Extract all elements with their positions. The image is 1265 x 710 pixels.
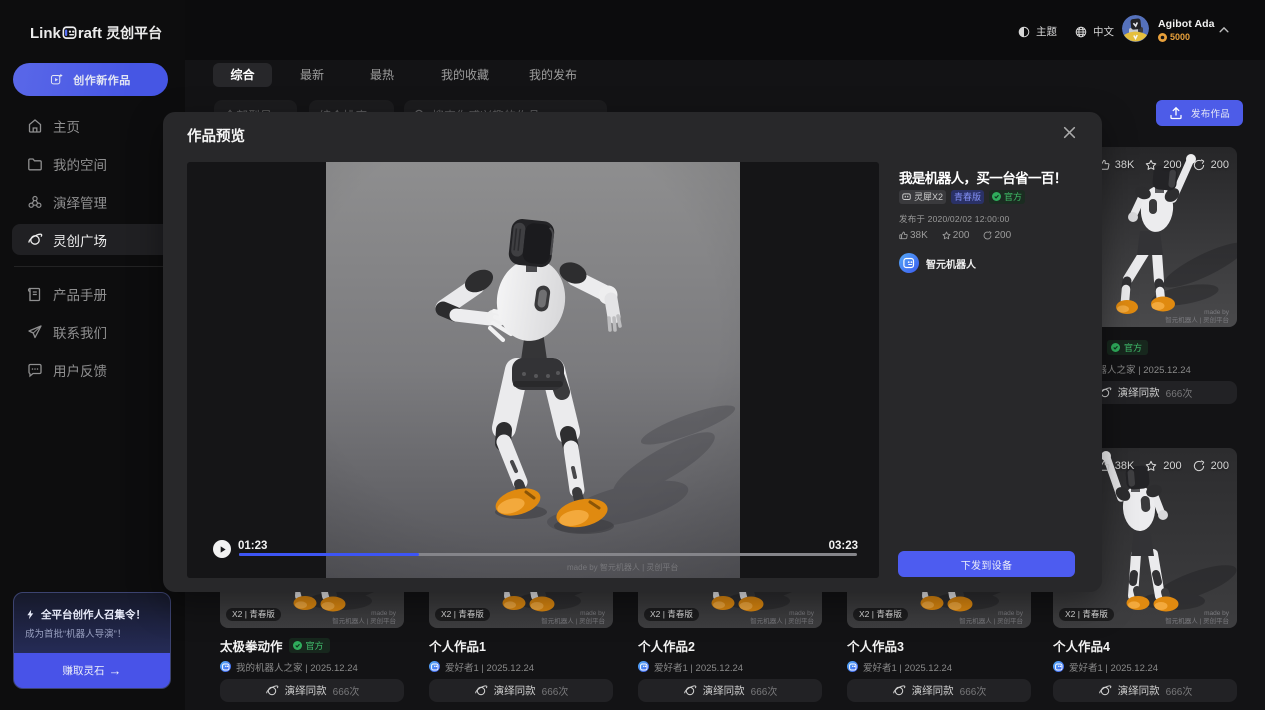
svg-text:made by 智元机器人 | 灵创平台: made by 智元机器人 | 灵创平台 <box>567 562 678 572</box>
